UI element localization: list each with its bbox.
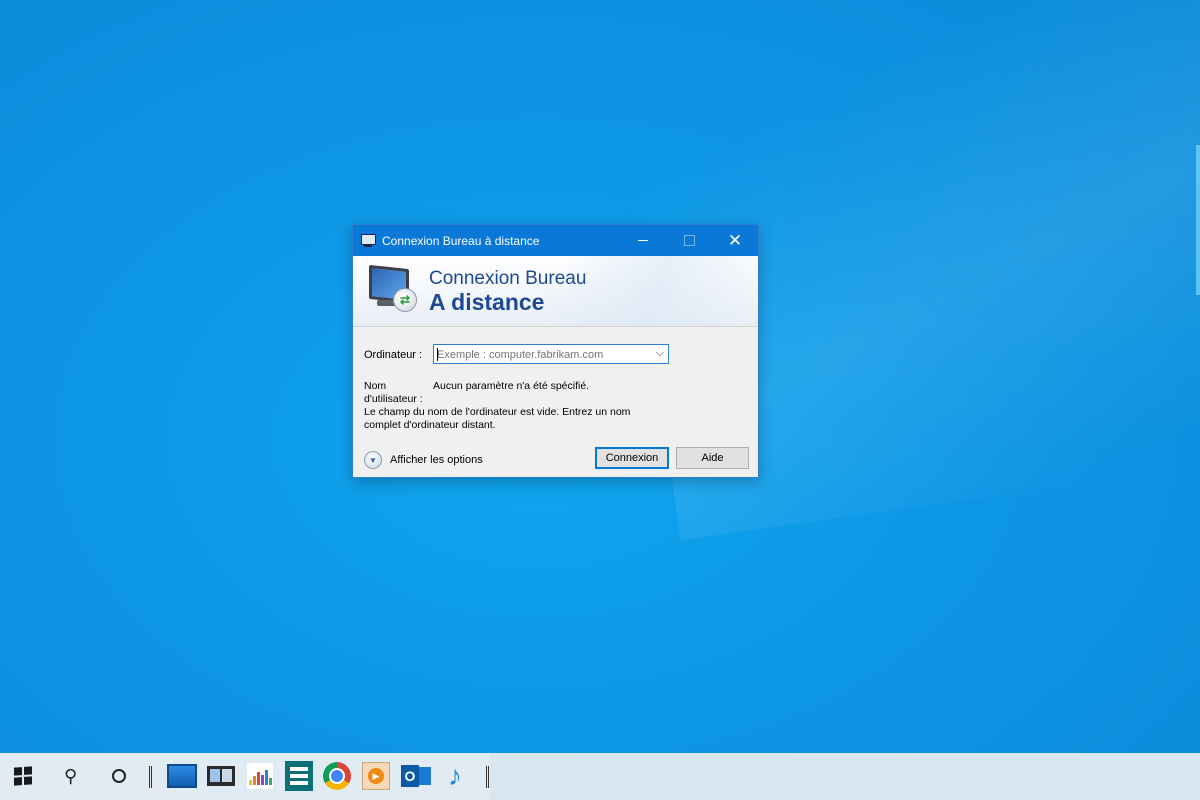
close-icon: ✕ xyxy=(727,230,743,250)
text-caret xyxy=(437,348,438,361)
computer-input[interactable] xyxy=(434,346,647,364)
cortana-icon[interactable] xyxy=(104,761,134,791)
outlook-icon[interactable]: O xyxy=(401,761,431,791)
taskbar-separator xyxy=(149,766,152,788)
error-message: Le champ du nom de l'ordinateur est vide… xyxy=(364,406,631,431)
dialog-banner: ⇄ Connexion Bureau A distance xyxy=(353,256,758,327)
library-app-icon[interactable] xyxy=(284,761,314,791)
username-value: Aucun paramètre n'a été spécifié. xyxy=(433,380,590,392)
remote-desktop-dialog: Connexion Bureau à distance ✕ ⇄ Connexio… xyxy=(352,224,759,478)
dual-monitor-app-icon[interactable] xyxy=(206,761,236,791)
chevron-down-icon[interactable]: ⌵ xyxy=(656,347,664,360)
banner-title-line1: Connexion Bureau xyxy=(429,268,587,289)
close-button[interactable]: ✕ xyxy=(712,225,758,256)
window-edge xyxy=(1196,145,1200,295)
maximize-icon xyxy=(683,235,695,246)
computer-label: Ordinateur : xyxy=(364,349,423,361)
show-options-label[interactable]: Afficher les options xyxy=(390,454,483,466)
username-label: Nom d'utilisateur : xyxy=(364,380,423,405)
start-windows-icon[interactable] xyxy=(8,761,38,791)
media-player-icon[interactable]: ▶ xyxy=(361,761,391,791)
expand-arrow-icon[interactable]: ▼ xyxy=(364,451,382,469)
computer-combobox[interactable]: ⌵ xyxy=(433,344,669,364)
taskbar-separator xyxy=(486,766,489,788)
maximize-button xyxy=(666,225,712,256)
title-bar[interactable]: Connexion Bureau à distance ✕ xyxy=(353,225,758,256)
show-options-toggle[interactable]: ▼ Afficher les options xyxy=(364,451,483,469)
banner-title-line2: A distance xyxy=(429,289,545,315)
chrome-icon[interactable] xyxy=(322,761,352,791)
help-button[interactable]: Aide xyxy=(676,447,749,469)
remote-desktop-monitor-icon: ⇄ xyxy=(367,264,419,316)
window-title: Connexion Bureau à distance xyxy=(382,233,540,248)
remote-desktop-icon xyxy=(360,233,376,248)
minimize-icon xyxy=(638,240,648,241)
connect-button[interactable]: Connexion xyxy=(595,447,669,469)
search-icon[interactable]: ⚲ xyxy=(56,761,86,791)
taskbar: ⚲ ▶ O ♪ xyxy=(0,753,1200,800)
remote-desktop-app-icon[interactable] xyxy=(167,761,197,791)
equalizer-app-icon[interactable] xyxy=(245,761,275,791)
minimize-button[interactable] xyxy=(620,225,666,256)
music-note-icon[interactable]: ♪ xyxy=(440,760,470,791)
